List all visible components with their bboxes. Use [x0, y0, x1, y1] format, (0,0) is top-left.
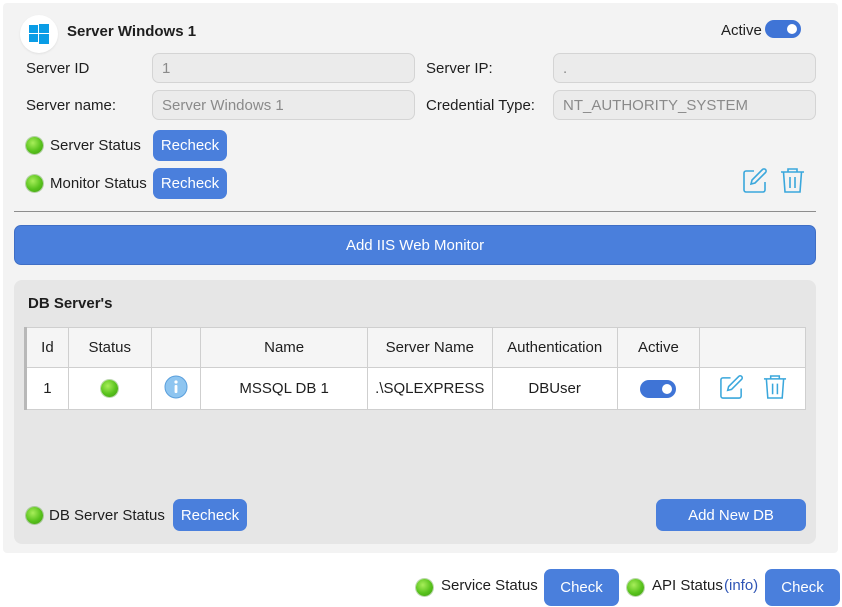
edit-icon[interactable] — [742, 167, 769, 199]
column-header-actions — [699, 327, 806, 368]
db-server-status-label: DB Server Status — [49, 507, 165, 524]
column-header-info — [150, 327, 202, 368]
cell-authentication: DBUser — [491, 367, 618, 410]
server-title: Server Windows 1 — [67, 23, 197, 40]
cell-name: MSSQL DB 1 — [200, 367, 368, 410]
toggle-knob — [787, 24, 797, 34]
cell-status — [67, 367, 152, 410]
column-header-id: Id — [24, 327, 69, 368]
cell-info — [150, 367, 202, 410]
cell-id: 1 — [24, 367, 69, 410]
column-header-server-name: Server Name — [366, 327, 493, 368]
service-status-indicator — [416, 579, 433, 596]
edit-icon[interactable] — [719, 374, 745, 404]
db-recheck-button[interactable]: Recheck — [173, 499, 247, 531]
server-status-indicator — [26, 137, 43, 154]
server-id-label: Server ID — [26, 60, 90, 77]
windows-logo-icon — [20, 15, 58, 53]
cell-actions — [699, 367, 806, 410]
monitor-status-indicator — [26, 175, 43, 192]
server-name-label: Server name: — [26, 97, 117, 114]
server-recheck-button[interactable]: Recheck — [153, 130, 227, 161]
db-servers-panel: DB Server's Id Status Name Server Name A… — [14, 280, 816, 544]
server-active-toggle[interactable] — [765, 20, 801, 38]
cell-server-name: .\SQLEXPRESS — [366, 367, 493, 410]
column-header-name: Name — [200, 327, 368, 368]
server-id-field[interactable] — [152, 53, 415, 83]
monitor-recheck-button[interactable]: Recheck — [153, 168, 227, 199]
db-servers-table: Id Status Name Server Name Authenticatio… — [24, 327, 806, 410]
server-name-field[interactable] — [152, 90, 415, 120]
db-server-status-indicator — [26, 507, 43, 524]
credential-type-label: Credential Type: — [426, 97, 535, 114]
add-new-db-button[interactable]: Add New DB — [656, 499, 806, 531]
api-info-link[interactable]: (info) — [724, 577, 758, 594]
status-footer: Service Status Check API Status (info) C… — [0, 560, 842, 607]
cell-active — [616, 367, 701, 410]
table-row: 1 MSSQL DB 1 .\SQLEXPRESS DBUser — [24, 367, 806, 410]
api-status-label: API Status — [652, 577, 723, 594]
service-check-button[interactable]: Check — [544, 569, 619, 606]
db-active-toggle[interactable] — [640, 379, 677, 398]
monitor-status-label: Monitor Status — [50, 175, 147, 192]
db-panel-title: DB Server's — [28, 295, 113, 312]
info-icon[interactable] — [164, 375, 188, 403]
section-divider — [14, 211, 816, 212]
column-header-authentication: Authentication — [491, 327, 618, 368]
column-header-active: Active — [616, 327, 701, 368]
server-status-label: Server Status — [50, 137, 141, 154]
table-header-row: Id Status Name Server Name Authenticatio… — [24, 327, 806, 368]
delete-icon[interactable] — [780, 167, 805, 199]
server-ip-field[interactable] — [553, 53, 816, 83]
credential-type-field[interactable] — [553, 90, 816, 120]
db-status-indicator — [101, 380, 119, 398]
api-status-indicator — [627, 579, 644, 596]
api-check-button[interactable]: Check — [765, 569, 840, 606]
server-ip-label: Server IP: — [426, 60, 493, 77]
active-label: Active — [721, 22, 762, 39]
toggle-knob — [662, 383, 673, 394]
column-header-status: Status — [67, 327, 152, 368]
service-status-label: Service Status — [441, 577, 538, 594]
add-iis-web-monitor-button[interactable]: Add IIS Web Monitor — [14, 225, 816, 265]
delete-icon[interactable] — [763, 374, 787, 404]
